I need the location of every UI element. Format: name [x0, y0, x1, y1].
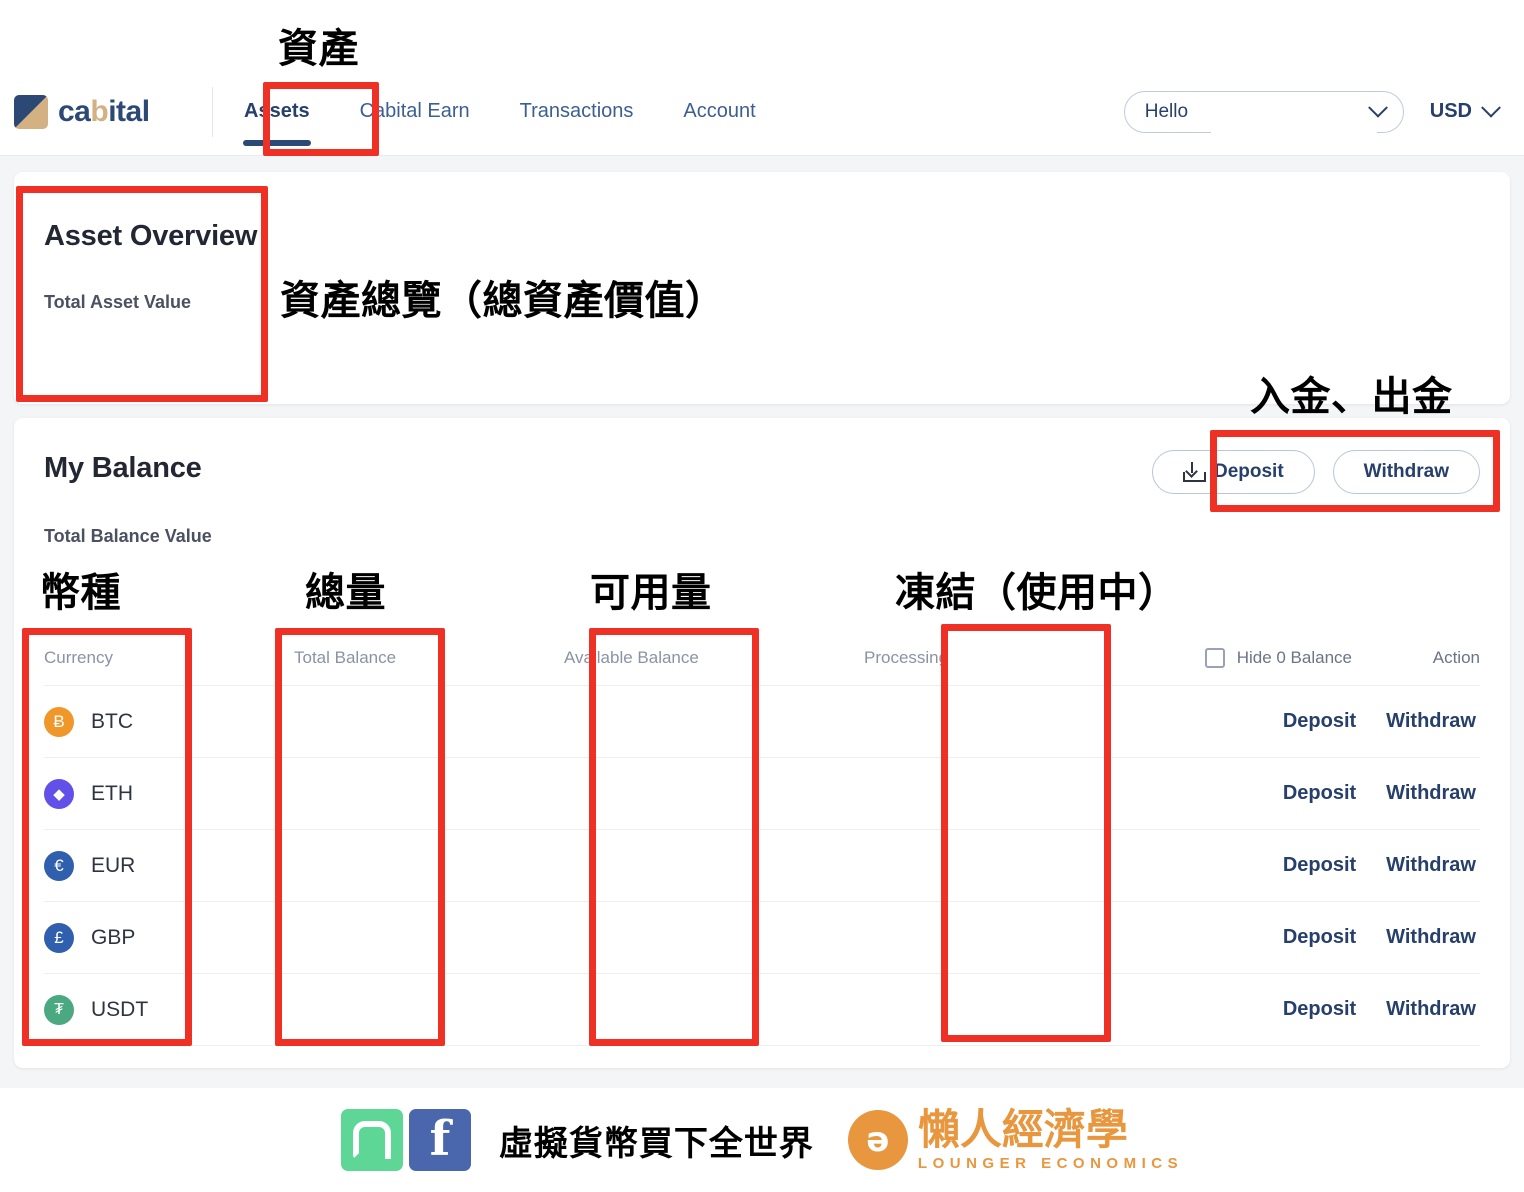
- withdraw-button-label: Withdraw: [1363, 461, 1449, 482]
- top-navigation-bar: cabital Assets Cabital Earn Transactions…: [0, 68, 1524, 156]
- annotation-label-assets: 資產: [278, 26, 359, 72]
- gbp-coin-icon: £: [44, 922, 74, 953]
- my-balance-title: My Balance: [44, 452, 202, 484]
- download-tray-icon: [1182, 462, 1206, 482]
- line-icon[interactable]: [340, 1109, 403, 1171]
- hide-zero-balance-control[interactable]: Hide 0 Balance: [1154, 647, 1360, 668]
- tab-account[interactable]: Account: [658, 68, 780, 156]
- main-nav: Assets Cabital Earn Transactions Account: [219, 68, 781, 156]
- row-withdraw-link[interactable]: Withdraw: [1386, 710, 1476, 733]
- currency-ticker: USDT: [91, 997, 149, 1021]
- usdt-coin-icon: ₮: [44, 994, 74, 1025]
- tab-cabital-earn[interactable]: Cabital Earn: [335, 68, 495, 156]
- footer-slogan: 虛擬貨幣買下全世界: [498, 1123, 814, 1164]
- chevron-down-icon: [1481, 97, 1501, 118]
- currency-cell: ◆ ETH: [44, 778, 294, 809]
- brand-name-part2: b: [90, 94, 109, 128]
- cabital-logo-icon: [14, 94, 48, 129]
- row-deposit-link[interactable]: Deposit: [1283, 782, 1356, 805]
- currency-selector-label: USD: [1429, 100, 1472, 122]
- deposit-button[interactable]: Deposit: [1151, 450, 1315, 494]
- column-header-processing: Processing: [864, 647, 949, 667]
- my-balance-card: My Balance Total Balance Value Deposit W…: [14, 418, 1510, 1068]
- facebook-glyph: f: [429, 1111, 451, 1168]
- redaction-overlay: [1210, 92, 1377, 133]
- brand-name-part3: ital: [108, 94, 150, 128]
- row-action-links: Deposit Withdraw: [1154, 854, 1480, 877]
- row-action-links: Deposit Withdraw: [1154, 782, 1480, 805]
- brand-logo[interactable]: cabital: [0, 94, 212, 129]
- currency-selector[interactable]: USD: [1429, 97, 1501, 123]
- footer-branding: f 虛擬貨幣買下全世界 ə 懶人經濟學 LOUNGER ECONOMICS: [0, 1088, 1524, 1192]
- currency-cell: Ƀ BTC: [44, 706, 294, 737]
- annotation-label-currency: 幣種: [40, 570, 121, 616]
- currency-ticker: ETH: [91, 781, 133, 805]
- tab-account-label: Account: [683, 100, 756, 122]
- annotation-label-asset-overview: 資產總覽（總資產價值）: [280, 278, 726, 324]
- deposit-button-label: Deposit: [1213, 461, 1284, 482]
- table-row: ◆ ETH Deposit Withdraw: [44, 758, 1480, 830]
- row-withdraw-link[interactable]: Withdraw: [1386, 854, 1476, 877]
- annotation-label-deposit-withdraw: 入金、出金: [1250, 374, 1453, 420]
- lounger-logo-chinese: 懶人經濟學: [917, 1104, 1128, 1154]
- column-header-currency: Currency: [44, 647, 113, 667]
- eth-coin-icon: ◆: [44, 778, 74, 809]
- currency-cell: € EUR: [44, 850, 294, 881]
- annotation-label-available: 可用量: [590, 570, 712, 616]
- row-deposit-link[interactable]: Deposit: [1283, 926, 1356, 949]
- eur-coin-icon: €: [44, 850, 74, 881]
- total-asset-value-label: Total Asset Value: [44, 292, 192, 312]
- row-withdraw-link[interactable]: Withdraw: [1386, 782, 1476, 805]
- facebook-icon[interactable]: f: [408, 1109, 471, 1171]
- column-header-action: Action: [1432, 647, 1480, 667]
- tab-transactions-label: Transactions: [519, 100, 634, 122]
- btc-coin-icon: Ƀ: [44, 706, 74, 737]
- currency-cell: £ GBP: [44, 922, 294, 953]
- tab-cabital-earn-label: Cabital Earn: [359, 100, 470, 122]
- header-divider: [212, 86, 213, 137]
- table-header-row: Currency Total Balance Available Balance…: [44, 630, 1480, 686]
- brand-name: cabital: [58, 95, 150, 129]
- table-row: £ GBP Deposit Withdraw: [44, 902, 1480, 974]
- row-action-links: Deposit Withdraw: [1154, 926, 1480, 949]
- brand-name-part1: ca: [58, 94, 91, 128]
- column-header-total: Total Balance: [294, 647, 397, 667]
- table-row: ₮ USDT Deposit Withdraw: [44, 974, 1480, 1046]
- column-header-available: Available Balance: [564, 647, 699, 667]
- row-withdraw-link[interactable]: Withdraw: [1386, 998, 1476, 1021]
- row-action-links: Deposit Withdraw: [1154, 710, 1480, 733]
- row-deposit-link[interactable]: Deposit: [1283, 710, 1356, 733]
- table-row: Ƀ BTC Deposit Withdraw: [44, 686, 1480, 758]
- row-withdraw-link[interactable]: Withdraw: [1386, 926, 1476, 949]
- balance-action-buttons: Deposit Withdraw: [1151, 450, 1480, 494]
- currency-ticker: EUR: [91, 853, 136, 877]
- row-deposit-link[interactable]: Deposit: [1283, 998, 1356, 1021]
- total-balance-value-label: Total Balance Value: [44, 526, 212, 546]
- header-right-controls: Hello USD: [1123, 90, 1524, 133]
- tab-assets[interactable]: Assets: [219, 68, 335, 156]
- hide-zero-balance-label: Hide 0 Balance: [1236, 647, 1352, 667]
- table-row: € EUR Deposit Withdraw: [44, 830, 1480, 902]
- row-action-links: Deposit Withdraw: [1154, 998, 1480, 1021]
- user-greeting-label: Hello: [1144, 100, 1189, 122]
- lounger-logo-english: LOUNGER ECONOMICS: [917, 1154, 1184, 1172]
- user-account-dropdown[interactable]: Hello: [1123, 90, 1404, 133]
- tab-assets-label: Assets: [244, 100, 310, 122]
- lounger-logo-icon: ə: [847, 1110, 908, 1170]
- annotation-label-total: 總量: [305, 570, 386, 616]
- tab-transactions[interactable]: Transactions: [495, 68, 659, 156]
- lounger-economics-logo: ə 懶人經濟學 LOUNGER ECONOMICS: [847, 1104, 1184, 1172]
- balance-table: Currency Total Balance Available Balance…: [44, 630, 1480, 1046]
- currency-cell: ₮ USDT: [44, 994, 294, 1025]
- row-deposit-link[interactable]: Deposit: [1283, 854, 1356, 877]
- hide-zero-balance-checkbox[interactable]: [1204, 647, 1225, 668]
- asset-overview-title: Asset Overview: [44, 220, 258, 252]
- currency-ticker: GBP: [91, 925, 136, 949]
- annotation-label-processing: 凍結（使用中）: [895, 570, 1179, 616]
- withdraw-button[interactable]: Withdraw: [1332, 450, 1480, 494]
- currency-ticker: BTC: [91, 709, 133, 733]
- screenshot-root: cabital Assets Cabital Earn Transactions…: [0, 0, 1524, 1192]
